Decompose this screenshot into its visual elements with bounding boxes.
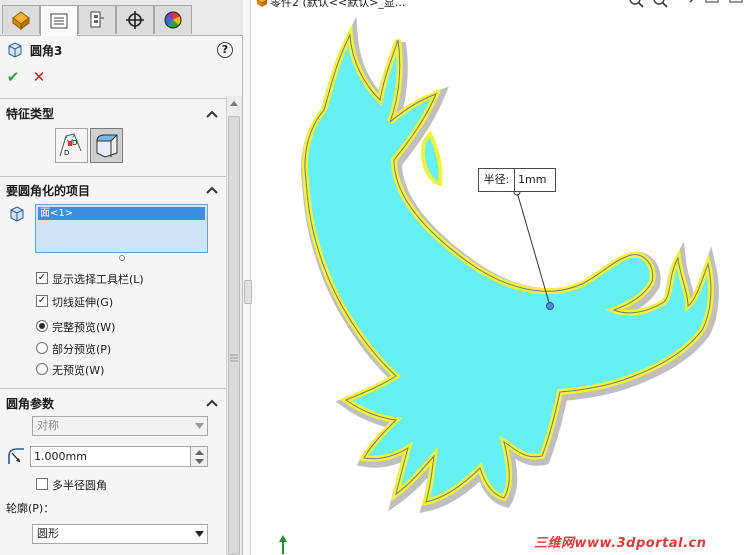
constant-size-fillet-button[interactable]: DD (55, 128, 88, 163)
ok-button[interactable]: ✔ (4, 68, 22, 86)
tab-display-manager[interactable] (154, 5, 192, 34)
panel-splitter[interactable] (243, 0, 251, 555)
face-fillet-icon (96, 134, 119, 158)
partial-preview-label: 部分预览(P) (52, 343, 112, 356)
watermark: 三维网www.3dportal.cn (534, 536, 707, 551)
no-preview-label: 无预览(W) (52, 364, 105, 377)
fillet-parameters-heading: 圆角参数 (6, 397, 55, 411)
configuration-manager-icon (90, 11, 104, 28)
selected-face-item[interactable]: 面<1> (38, 207, 205, 220)
spin-up-icon[interactable] (195, 450, 204, 455)
partial-preview-radio[interactable] (36, 342, 48, 354)
tab-dimxpert-manager[interactable] (116, 5, 154, 34)
radius-icon (8, 448, 24, 464)
fillet-method-value: 对称 (37, 419, 59, 432)
feature-manager-icon (12, 11, 30, 30)
callout-target-handle[interactable] (546, 302, 554, 310)
feature-type-group: 特征类型 (0, 98, 226, 121)
tangent-propagation-label: 切线延伸(G) (52, 296, 114, 309)
property-manager-icon (50, 13, 68, 29)
graphics-area[interactable]: 零件2 (默认<<默认>_显... 半径: 1mm 三维网www.3dporta… (252, 0, 750, 555)
constant-fillet-icon: DD (59, 133, 82, 157)
radius-input[interactable]: 1.000mm (30, 446, 191, 467)
radius-callout[interactable]: 半径: 1mm (478, 168, 556, 192)
scrollbar-thumb[interactable] (228, 116, 240, 555)
radius-spinner[interactable] (190, 446, 208, 467)
face-fillet-button[interactable] (90, 128, 123, 163)
face-selection-icon (10, 206, 24, 222)
svg-text:D: D (64, 149, 69, 157)
tab-configuration-manager[interactable] (78, 5, 116, 34)
items-to-fillet-group: 要圆角化的项目 (0, 176, 226, 198)
manager-tabs (0, 0, 243, 36)
profile-label: 轮廓(P)： (6, 502, 55, 515)
svg-text:D: D (72, 139, 77, 147)
eagle-face[interactable] (305, 35, 711, 502)
collapse-icon[interactable] (205, 398, 219, 408)
splitter-handle[interactable] (244, 280, 252, 304)
scroll-up-icon[interactable] (229, 99, 239, 109)
profile-value: 圆形 (37, 527, 59, 540)
tab-feature-manager[interactable] (2, 5, 40, 34)
feature-type-heading: 特征类型 (6, 107, 55, 121)
show-selection-toolbar-label: 显示选择工具栏(L) (52, 273, 144, 286)
multiple-radius-label: 多半径圆角 (52, 479, 107, 492)
full-preview-radio[interactable] (36, 320, 48, 332)
tab-property-manager[interactable] (40, 5, 78, 36)
property-manager-panel: 圆角3 ? ✔ ✕ 特征类型 DD 要圆角化的项目 面<1> ✓ 显示选择工具栏… (0, 0, 243, 555)
feature-title-row: 圆角3 ? (0, 38, 243, 64)
fillet-feature-icon (8, 42, 22, 58)
profile-select[interactable]: 圆形 (32, 524, 208, 544)
fillet-method-select[interactable]: 对称 (32, 416, 208, 436)
items-selection-box[interactable]: 面<1> (35, 204, 208, 253)
crosshair-icon (126, 11, 144, 29)
help-button[interactable]: ? (217, 42, 233, 58)
eagle-fillet-preview[interactable] (252, 0, 750, 555)
selection-box-resize-handle[interactable] (119, 255, 125, 261)
feature-title: 圆角3 (30, 44, 63, 58)
collapse-icon[interactable] (205, 185, 219, 195)
fillet-parameters-group: 圆角参数 (0, 388, 226, 411)
collapse-icon[interactable] (205, 109, 219, 119)
callout-value[interactable]: 1mm (516, 169, 555, 191)
callout-label: 半径: (479, 169, 515, 191)
no-preview-radio[interactable] (36, 363, 48, 375)
tangent-propagation-checkbox[interactable]: ✓ (36, 295, 48, 307)
wing-feather[interactable] (420, 132, 443, 186)
multiple-radius-checkbox[interactable] (36, 478, 48, 490)
chevron-down-icon (195, 423, 204, 429)
cancel-button[interactable]: ✕ (30, 68, 48, 86)
color-wheel-icon (164, 11, 182, 29)
full-preview-label: 完整预览(W) (52, 321, 116, 334)
spin-down-icon[interactable] (195, 459, 204, 464)
chevron-down-icon (195, 531, 204, 537)
items-to-fillet-heading: 要圆角化的项目 (6, 184, 91, 198)
grip-icon (230, 354, 238, 362)
reference-triad-icon (279, 535, 287, 554)
show-selection-toolbar-checkbox[interactable]: ✓ (36, 272, 48, 284)
